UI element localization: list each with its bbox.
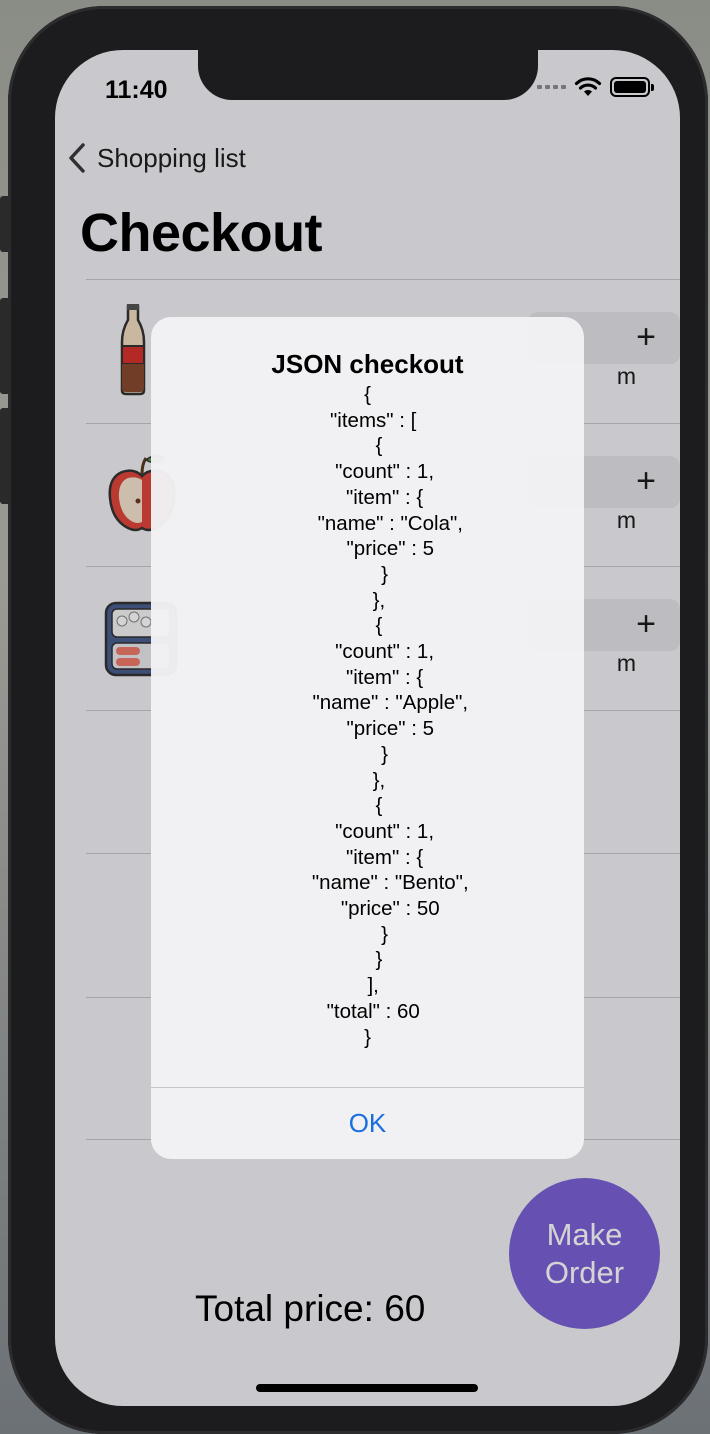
ok-button[interactable]: OK [151,1088,584,1159]
notch [198,50,538,100]
volume-down-button [0,408,10,504]
volume-up-button [0,298,10,394]
alert-message: { "items" : [ { "count" : 1, "item" : { … [311,383,469,1049]
json-checkout-alert: JSON checkout { "items" : [ { "count" : … [151,317,584,1159]
mute-switch [0,196,10,252]
phone-frame: 11:40 Shopping list Checkout + m + m + m… [0,6,708,1434]
alert-title: JSON checkout [271,349,464,379]
home-indicator[interactable] [256,1384,478,1392]
app-screen: 11:40 Shopping list Checkout + m + m + m… [55,50,680,1406]
